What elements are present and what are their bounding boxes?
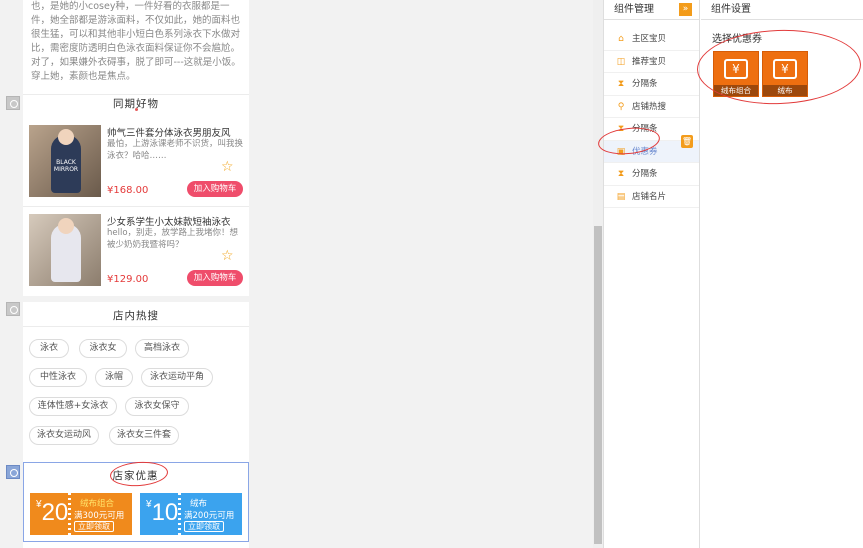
component-label: 推荐宝贝 [632, 56, 667, 67]
star-icon[interactable]: ☆ [221, 159, 234, 175]
component-item-divider[interactable]: ⧗ 分隔条 [604, 163, 699, 186]
bag-icon: ◫ [616, 56, 626, 67]
collapse-icon[interactable]: » [679, 3, 692, 16]
section-divider [23, 94, 249, 95]
coupon-amount: ¥20 [36, 499, 68, 527]
coupon-card[interactable]: ¥20 绒布组合 满300元可用 立即领取 [30, 493, 132, 535]
coupon-amount: ¥10 [146, 499, 178, 527]
divider-icon: ⧗ [617, 169, 625, 179]
product-card[interactable]: 少女系学生小太妹款短袖泳衣 hello，别走，放学路上我堵你！想被少奶奶我暨将吗… [29, 214, 243, 288]
coupon-name: 绒布 [190, 499, 208, 509]
home-icon: ⌂ [618, 34, 624, 44]
component-label: 店铺名片 [632, 191, 667, 202]
hot-tag[interactable]: 泳衣女三件套 [109, 426, 179, 445]
product-divider [23, 206, 249, 207]
coupon-perforation [68, 493, 71, 535]
coupon-condition: 满200元可用 [184, 511, 235, 521]
coupon-value: 10 [151, 499, 179, 526]
hot-tag[interactable]: 高档泳衣 [135, 339, 189, 358]
preview-pane: 也，是她的小cosey种，一件好看的衣服都是一件，她全部都是游泳面料，不仅如此，… [0, 0, 603, 548]
module-handle-icon[interactable] [6, 465, 20, 479]
product-name[interactable]: 帅气三件套分体泳衣男朋友风 [107, 125, 243, 139]
model-head [58, 129, 74, 145]
component-item-shop-card[interactable]: ▤ 店铺名片 [604, 186, 699, 208]
component-item-main[interactable]: ⌂ 主区宝贝 [604, 28, 699, 51]
hot-tag[interactable]: 泳衣女运动风 [29, 426, 99, 445]
claim-button[interactable]: 立即领取 [74, 521, 114, 532]
module-handle-icon[interactable] [6, 302, 20, 316]
component-item-divider[interactable]: ⧗ 分隔条 [604, 73, 699, 96]
intro-paragraph: 也，是她的小cosey种，一件好看的衣服都是一件，她全部都是游泳面料，不仅如此，… [31, 1, 241, 82]
component-label: 分隔条 [632, 79, 658, 89]
model-head [58, 218, 74, 234]
product-price: ¥129.00 [107, 274, 149, 285]
card-icon: ▤ [616, 191, 626, 202]
product-image[interactable] [29, 214, 101, 286]
claim-button[interactable]: 立即领取 [184, 521, 224, 532]
settings-title: 组件设置 [701, 0, 863, 20]
hot-tag[interactable]: 泳衣 [29, 339, 69, 358]
coupon-perforation [178, 493, 181, 535]
hot-title: 店内热搜 [113, 310, 159, 322]
component-label: 主区宝贝 [632, 34, 667, 44]
section-divider [23, 326, 249, 327]
scrollbar-thumb[interactable] [594, 226, 602, 544]
hot-tag[interactable]: 连体性感+女泳衣 [29, 397, 117, 416]
manager-header: 组件管理 » [604, 0, 699, 20]
component-label: 分隔条 [632, 169, 658, 179]
manager-title: 组件管理 [614, 4, 654, 15]
product-card[interactable]: BLACK MIRROR 帅气三件套分体泳衣男朋友风 最怕，上游泳课老师不识货，… [29, 125, 243, 199]
component-item-recommend[interactable]: ◫ 推荐宝贝 [604, 51, 699, 73]
component-label: 店铺热搜 [632, 101, 667, 112]
divider-icon: ⧗ [617, 79, 625, 89]
coupon-name: 绒布组合 [80, 499, 115, 509]
hot-tag[interactable]: 泳衣运动平角 [141, 368, 213, 387]
module-handle-icon[interactable] [6, 96, 20, 110]
similar-title: 同期好物 [23, 96, 249, 111]
intro-text: 也，是她的小cosey种，一件好看的衣服都是一件，她全部都是游泳面料，不仅如此，… [23, 0, 249, 84]
shirt-print: BLACK MIRROR [53, 159, 79, 173]
add-to-cart-button[interactable]: 加入购物车 [187, 270, 243, 286]
title-dot [135, 108, 138, 111]
hot-tag[interactable]: 中性泳衣 [29, 368, 87, 387]
coupon-card[interactable]: ¥10 绒布 满200元可用 立即领取 [140, 493, 242, 535]
product-image[interactable]: BLACK MIRROR [29, 125, 101, 197]
component-manager: 组件管理 » ⌂ 主区宝贝 ◫ 推荐宝贝 ⧗ 分隔条 ⚲ 店铺热搜 ⧗ 分隔条 ▣ 优惠券 … [603, 0, 700, 548]
product-name[interactable]: 少女系学生小太妹款短袖泳衣 [107, 214, 243, 228]
separator-bar [23, 296, 249, 302]
add-to-cart-button[interactable]: 加入购物车 [187, 181, 243, 197]
search-icon: ⚲ [617, 101, 625, 112]
hot-tag[interactable]: 泳衣女保守 [125, 397, 189, 416]
component-settings: 组件设置 选择优惠券 ¥ 绒布组合 ¥ 绒布 [695, 0, 863, 548]
product-price: ¥168.00 [107, 185, 149, 196]
coupon-condition: 满300元可用 [74, 511, 125, 521]
delete-icon[interactable]: 🗑 [681, 135, 693, 148]
component-item-hot-search[interactable]: ⚲ 店铺热搜 [604, 96, 699, 118]
star-icon[interactable]: ☆ [221, 248, 234, 264]
hot-tag[interactable]: 泳衣女 [79, 339, 127, 358]
coupon-value: 20 [41, 499, 69, 526]
hot-tag[interactable]: 泳帽 [95, 368, 133, 387]
